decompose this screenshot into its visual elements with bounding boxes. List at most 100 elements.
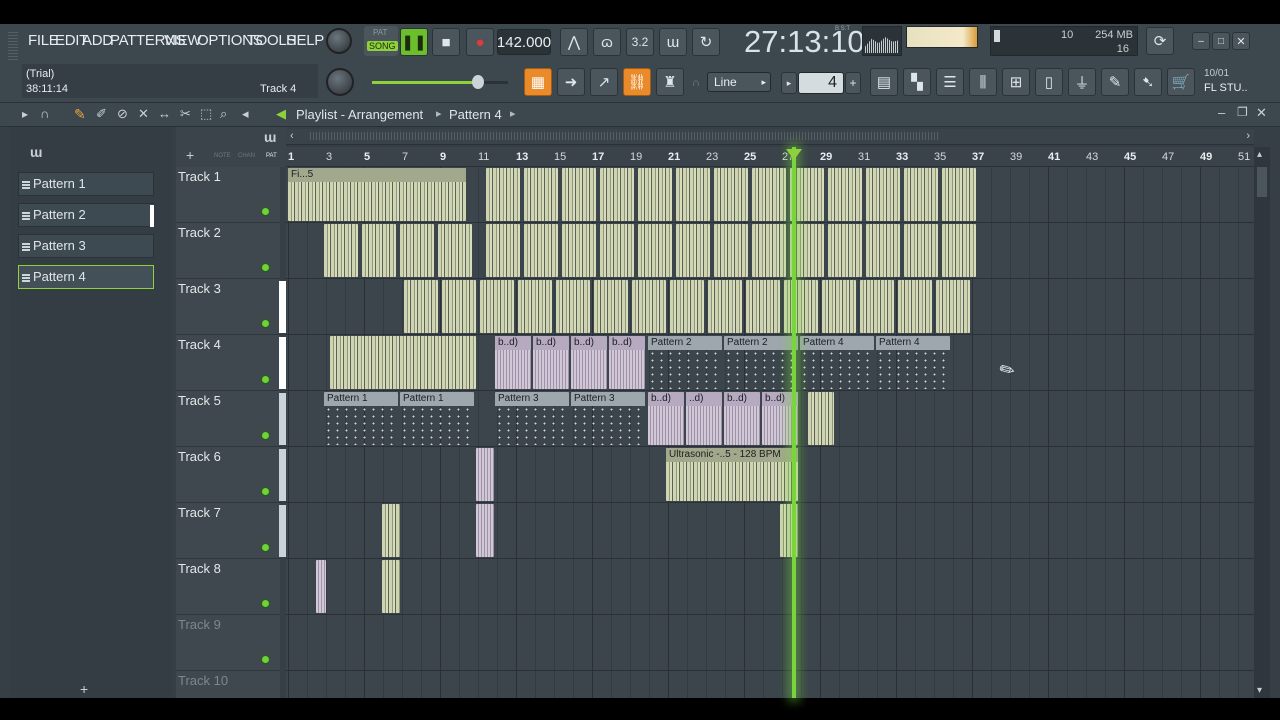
arrangement-grid[interactable]: Fi...5 b..d) b..d) b..d) b..d) Pattern 2 Patte…: [286, 167, 1254, 698]
track-header-5[interactable]: Track 5: [176, 391, 288, 447]
pattern-item-3[interactable]: Pattern 3: [18, 234, 154, 258]
delete-icon[interactable]: ⊘: [117, 106, 128, 122]
step-prev-button[interactable]: ▸: [781, 72, 797, 94]
pattern-clip[interactable]: b..d): [648, 392, 684, 445]
scroll-down-icon[interactable]: ▾: [1257, 685, 1262, 696]
playhead[interactable]: [792, 147, 796, 698]
close-button[interactable]: ✕: [1232, 32, 1250, 50]
playhead-marker[interactable]: [786, 149, 802, 160]
track-mute-led[interactable]: [261, 655, 270, 664]
playlist-close-button[interactable]: ✕: [1256, 105, 1267, 121]
scroll-right-icon[interactable]: ›: [1246, 130, 1250, 142]
maximize-button[interactable]: □: [1212, 32, 1230, 50]
link-icon[interactable]: ⛓: [623, 68, 651, 96]
track-header-4[interactable]: Track 4: [176, 335, 288, 391]
timeline-ruler[interactable]: 1 3 5 7 9 11 13 15 17 19 21 23 25 27 29 31 33 35 37 39 41 43 4…: [286, 147, 1254, 167]
audio-clip[interactable]: [480, 280, 514, 333]
audio-clip[interactable]: [752, 224, 786, 277]
add-track-icon[interactable]: +: [186, 147, 194, 163]
audio-clip[interactable]: [942, 224, 976, 277]
wait-input-icon[interactable]: ɷ: [593, 28, 621, 56]
audio-clip[interactable]: [676, 224, 710, 277]
track-header-8[interactable]: Track 8: [176, 559, 280, 615]
mixer-icon[interactable]: ⫼: [969, 68, 997, 96]
pencil-icon[interactable]: ✎: [74, 106, 86, 123]
zoom-icon[interactable]: ⌕: [220, 106, 227, 122]
track-header-6[interactable]: Track 6: [176, 447, 288, 503]
arrow-left-icon[interactable]: ◀: [276, 106, 286, 122]
audio-clip[interactable]: [524, 168, 558, 221]
piano-roll-icon[interactable]: ▚: [903, 68, 931, 96]
slider-handle[interactable]: [472, 75, 484, 89]
typing-keyboard-icon[interactable]: ▦: [524, 68, 552, 96]
playlist-icon[interactable]: ▤: [870, 68, 898, 96]
audio-clip[interactable]: [382, 504, 400, 557]
track-header-3[interactable]: Track 3: [176, 279, 288, 335]
audio-clip[interactable]: [746, 280, 780, 333]
pattern-clip[interactable]: b..d): [533, 336, 569, 389]
pattern-mode-icon[interactable]: ɯ: [264, 129, 276, 145]
playlist-minimize-button[interactable]: –: [1218, 105, 1225, 120]
paint-icon[interactable]: ✐: [96, 106, 107, 122]
audio-clip[interactable]: [476, 448, 494, 501]
news-panel[interactable]: 10/01 FL STU..: [1202, 66, 1272, 98]
pattern-clip[interactable]: b..d): [609, 336, 645, 389]
audio-clip[interactable]: [476, 504, 494, 557]
track-header-10[interactable]: Track 10: [176, 671, 280, 720]
track-mute-led[interactable]: [261, 319, 270, 328]
menu-add[interactable]: ADD: [82, 32, 113, 49]
pattern-clip[interactable]: b..d): [571, 336, 607, 389]
track-header-9[interactable]: Track 9: [176, 615, 280, 671]
play-arrow-icon[interactable]: ▸: [22, 107, 28, 121]
pattern-clip[interactable]: ..d): [686, 392, 722, 445]
master-volume-knob[interactable]: [326, 28, 352, 54]
stop-button[interactable]: ■: [432, 28, 460, 56]
pattern-picker-icon[interactable]: ɯ: [30, 144, 42, 160]
audio-clip[interactable]: [828, 168, 862, 221]
audio-clip[interactable]: [562, 168, 596, 221]
audio-clip[interactable]: [904, 168, 938, 221]
audio-clip[interactable]: [784, 280, 818, 333]
audio-clip[interactable]: [486, 224, 520, 277]
audio-clip[interactable]: [382, 560, 400, 613]
pattern-clip[interactable]: Pattern 4: [800, 336, 874, 389]
record-button[interactable]: ●: [466, 28, 494, 56]
project-info-icon[interactable]: ▯: [1035, 68, 1063, 96]
pat-song-toggle[interactable]: PAT SONG: [364, 26, 398, 56]
audio-clip[interactable]: [714, 224, 748, 277]
audio-clip[interactable]: [828, 224, 862, 277]
pattern-clip[interactable]: Pattern 3: [571, 392, 645, 445]
track-mute-led[interactable]: [261, 431, 270, 440]
mute-icon[interactable]: ✕: [138, 106, 149, 122]
track-mute-led[interactable]: [261, 599, 270, 608]
playlist-restore-button[interactable]: ❐: [1237, 105, 1248, 119]
audio-clip[interactable]: [518, 280, 552, 333]
stamp-icon[interactable]: ♜: [656, 68, 684, 96]
browser-icon[interactable]: ⊞: [1002, 68, 1030, 96]
track-mute-led[interactable]: [261, 375, 270, 384]
pattern-item-2[interactable]: Pattern 2: [18, 203, 154, 227]
metronome-icon[interactable]: ⋀: [560, 28, 588, 56]
audio-clip[interactable]: [438, 224, 472, 277]
step-next-button[interactable]: +: [845, 72, 861, 94]
audio-clip[interactable]: [638, 224, 672, 277]
pattern-clip[interactable]: Pattern 4: [876, 336, 950, 389]
audio-clip[interactable]: [676, 168, 710, 221]
select-icon[interactable]: ⬚: [200, 106, 212, 122]
track-header-1[interactable]: Track 1: [176, 167, 280, 223]
scroll-thumb[interactable]: [1257, 167, 1267, 197]
audio-clip[interactable]: [632, 280, 666, 333]
master-volume-slider[interactable]: [372, 75, 508, 89]
audio-clip[interactable]: [866, 224, 900, 277]
audio-clip[interactable]: [556, 280, 590, 333]
pattern-clip[interactable]: b..d): [724, 392, 760, 445]
audio-clip[interactable]: [594, 280, 628, 333]
audio-clip[interactable]: [860, 280, 894, 333]
step-edit-icon[interactable]: ɯ: [659, 28, 687, 56]
scroll-up-icon[interactable]: ▴: [1257, 149, 1262, 160]
current-pattern[interactable]: Pattern 4: [449, 107, 502, 122]
draw-icon[interactable]: ↗: [590, 68, 618, 96]
slip-icon[interactable]: ↔: [158, 106, 171, 121]
audio-clip[interactable]: [362, 224, 396, 277]
vertical-scrollbar[interactable]: ▴ ▾: [1254, 147, 1270, 698]
